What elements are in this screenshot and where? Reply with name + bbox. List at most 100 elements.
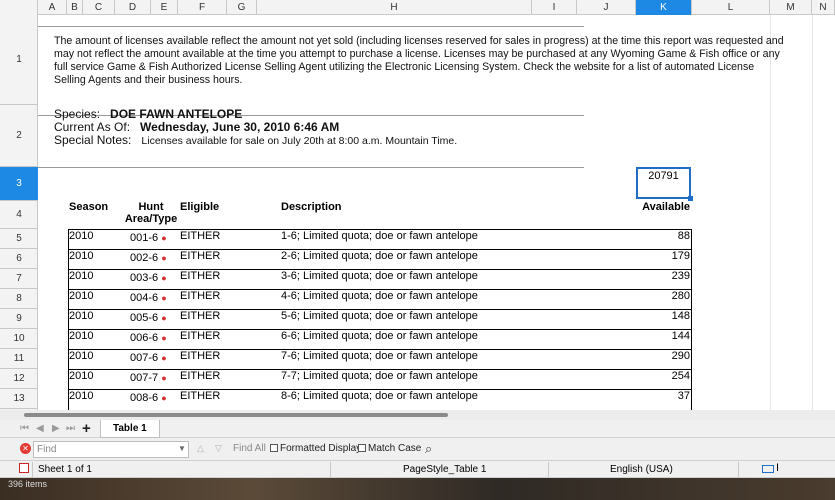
row-header-10[interactable]: 10 — [0, 329, 38, 349]
row-header-7[interactable]: 7 — [0, 269, 38, 289]
cell-hunt-value: 002-6 — [130, 252, 159, 264]
cell-description: 5-6; Limited quota; doe or fawn antelope — [281, 310, 478, 322]
divider-line — [38, 167, 584, 168]
column-header-i[interactable]: I — [532, 0, 577, 15]
column-header-e[interactable]: E — [151, 0, 178, 15]
add-sheet-button[interactable]: + — [82, 420, 91, 437]
table-header: Season Hunt Area/Type Eligible Descripti… — [68, 201, 692, 229]
row-header-5[interactable]: 5 — [0, 229, 38, 249]
checkbox-box[interactable] — [270, 444, 278, 452]
cell-season: 2010 — [69, 270, 94, 282]
table-row: 2010 004-6 ● EITHER 4-6; Limited quota; … — [68, 289, 692, 309]
cell-available: 88 — [677, 230, 690, 242]
selected-cell-k3[interactable]: 20791 — [636, 167, 691, 199]
cell-hunt: 004-6 ● — [130, 292, 167, 304]
column-header-d[interactable]: D — [115, 0, 151, 15]
column-header-c[interactable]: C — [83, 0, 115, 15]
find-toolbar: ✕ Find ▼ △ ▽ Find All Formatted Display … — [0, 438, 835, 461]
cell-description: 3-6; Limited quota; doe or fawn antelope — [281, 270, 478, 282]
cell-hunt-value: 007-6 — [130, 352, 159, 364]
desktop-background-strip — [0, 478, 835, 500]
cell-hunt: 005-6 ● — [130, 312, 167, 324]
column-header-j[interactable]: J — [577, 0, 636, 15]
column-header-g[interactable]: G — [227, 0, 257, 15]
header-hunt-area: Hunt Area/Type — [116, 201, 186, 225]
column-header-k[interactable]: K — [636, 0, 692, 15]
cell-description: 1-6; Limited quota; doe or fawn antelope — [281, 230, 478, 242]
table-row: 2010 002-6 ● EITHER 2-6; Limited quota; … — [68, 249, 692, 269]
row-header-12[interactable]: 12 — [0, 369, 38, 389]
row-header-bar: 1 2 3 4 5 6 7 8 9 10 11 12 13 — [0, 15, 38, 410]
selection-mode-icon[interactable] — [762, 465, 774, 473]
table-row: 2010 008-6 ● EITHER 8-6; Limited quota; … — [68, 389, 692, 409]
table-row: 2010 001-6 ● EITHER 1-6; Limited quota; … — [68, 229, 692, 249]
find-replace-icon[interactable]: ⌕ — [425, 441, 432, 457]
status-bar: Sheet 1 of 1 PageStyle_Table 1 English (… — [0, 461, 835, 478]
spreadsheet-grid[interactable]: The amount of licenses available reflect… — [38, 15, 835, 410]
column-header-m[interactable]: M — [770, 0, 812, 15]
cell-season: 2010 — [69, 250, 94, 262]
column-header-f[interactable]: F — [178, 0, 227, 15]
cell-eligible: EITHER — [180, 390, 221, 402]
comment-marker-icon: ● — [161, 393, 167, 403]
find-all-button[interactable]: Find All — [233, 443, 266, 454]
document-modified-icon[interactable] — [19, 463, 29, 473]
horizontal-scrollbar[interactable] — [0, 410, 835, 420]
column-header-a[interactable]: A — [38, 0, 67, 15]
cell-available: 37 — [677, 390, 690, 402]
cell-available: 179 — [671, 250, 690, 262]
close-find-icon[interactable]: ✕ — [20, 443, 31, 454]
row-header-3[interactable]: 3 — [0, 167, 38, 201]
select-all-corner[interactable] — [0, 0, 38, 15]
cell-season: 2010 — [69, 310, 94, 322]
column-header-h[interactable]: H — [257, 0, 532, 15]
row-header-6[interactable]: 6 — [0, 249, 38, 269]
cell-description: 6-6; Limited quota; doe or fawn antelope — [281, 330, 478, 342]
row-header-8[interactable]: 8 — [0, 289, 38, 309]
items-count: 396 items — [8, 479, 48, 489]
cell-eligible: EITHER — [180, 310, 221, 322]
row-header-4[interactable]: 4 — [0, 201, 38, 229]
cell-available: 254 — [671, 370, 690, 382]
column-header-n[interactable]: N — [812, 0, 835, 15]
page-style[interactable]: PageStyle_Table 1 — [403, 464, 486, 475]
sheet-count[interactable]: Sheet 1 of 1 — [38, 464, 92, 475]
find-previous-icon[interactable]: △ — [197, 443, 204, 454]
row-header-2[interactable]: 2 — [0, 105, 38, 167]
cell-hunt: 001-6 ● — [130, 232, 167, 244]
cell-hunt: 007-6 ● — [130, 352, 167, 364]
last-sheet-icon[interactable]: ⏭ — [66, 423, 75, 434]
row-header-11[interactable]: 11 — [0, 349, 38, 369]
cell-available: 280 — [671, 290, 690, 302]
next-sheet-icon[interactable]: ▶ — [52, 423, 60, 434]
comment-marker-icon: ● — [161, 273, 167, 283]
cell-description: 4-6; Limited quota; doe or fawn antelope — [281, 290, 478, 302]
cell-hunt: 002-6 ● — [130, 252, 167, 264]
find-next-icon[interactable]: ▽ — [215, 443, 222, 454]
column-header-bar: A B C D E F G H I J K L M N — [0, 0, 835, 15]
prev-sheet-icon[interactable]: ◀ — [36, 423, 44, 434]
header-season: Season — [69, 201, 109, 213]
row-header-9[interactable]: 9 — [0, 309, 38, 329]
cell-description: 8-6; Limited quota; doe or fawn antelope — [281, 390, 478, 402]
special-notes-label: Special Notes: — [54, 133, 132, 147]
first-sheet-icon[interactable]: ⏮ — [20, 423, 29, 434]
scrollbar-thumb[interactable] — [24, 413, 448, 417]
insert-mode-icon[interactable]: I — [776, 462, 779, 474]
find-input[interactable]: Find — [33, 441, 189, 458]
column-header-b[interactable]: B — [67, 0, 83, 15]
cell-eligible: EITHER — [180, 290, 221, 302]
cell-hunt-value: 006-6 — [130, 332, 159, 344]
row-header-1[interactable]: 1 — [0, 15, 38, 105]
find-history-dropdown-icon[interactable]: ▼ — [178, 444, 186, 453]
comment-marker-icon: ● — [161, 373, 167, 383]
row-header-13[interactable]: 13 — [0, 389, 38, 409]
cell-description: 7-6; Limited quota; doe or fawn antelope — [281, 350, 478, 362]
table-row: 2010 003-6 ● EITHER 3-6; Limited quota; … — [68, 269, 692, 289]
tab-table-1[interactable]: Table 1 — [100, 420, 160, 438]
language[interactable]: English (USA) — [610, 464, 673, 475]
formatted-display-checkbox[interactable]: Formatted Display — [270, 443, 361, 454]
match-case-checkbox[interactable]: Match Case — [358, 443, 421, 454]
checkbox-box[interactable] — [358, 444, 366, 452]
column-header-l[interactable]: L — [692, 0, 770, 15]
